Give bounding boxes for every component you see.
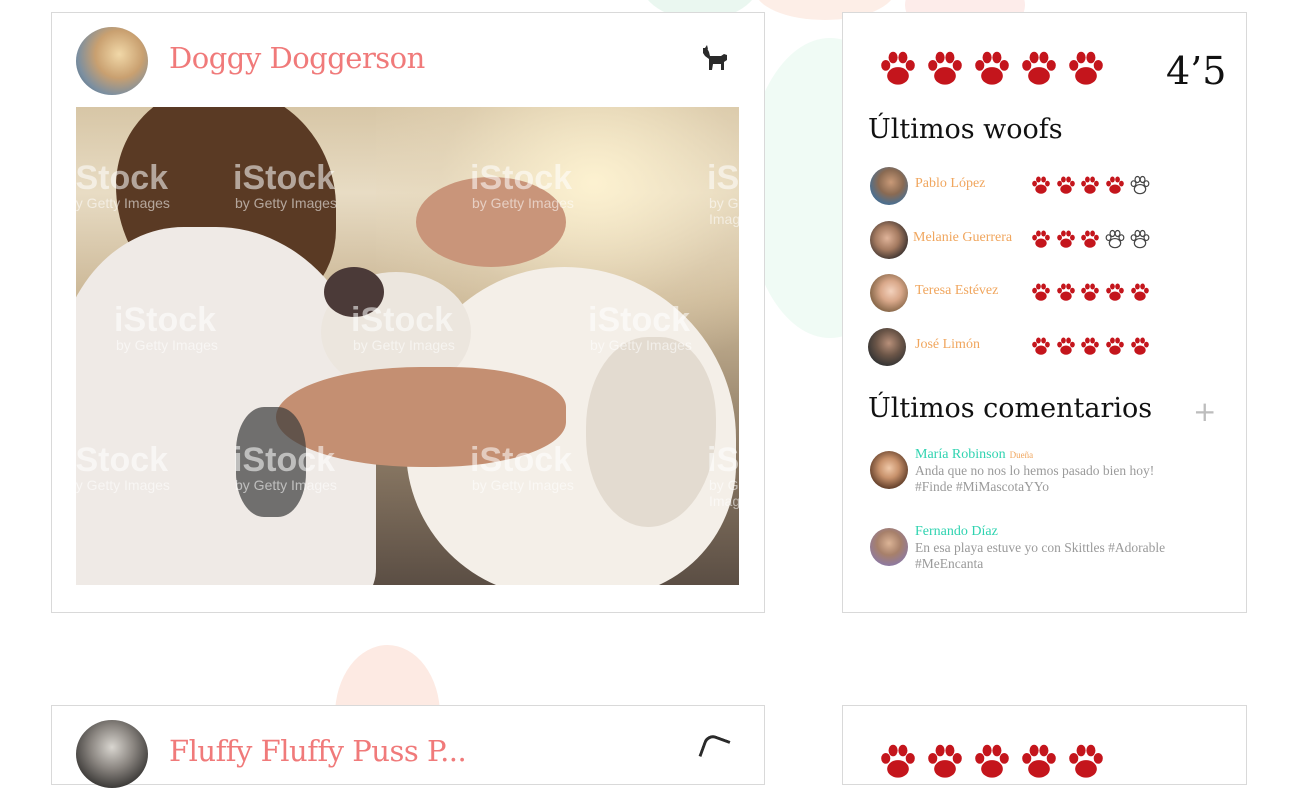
woof-rating-paws xyxy=(1030,281,1153,303)
woof-rating-paws xyxy=(1030,228,1153,250)
comment-hashtags: #MeEncanta xyxy=(915,556,984,571)
pet-name[interactable]: Doggy Doggerson xyxy=(169,41,425,75)
pet-name[interactable]: Fluffy Fluffy Puss P... xyxy=(169,734,467,768)
watermark: iStockby Getty Images xyxy=(114,301,218,353)
pet-info-card xyxy=(842,705,1247,785)
woof-rating-paws xyxy=(1030,174,1153,196)
woof-user-name[interactable]: Melanie Guerrera xyxy=(913,230,1012,246)
avatar[interactable] xyxy=(76,720,148,788)
woof-user-name[interactable]: José Limón xyxy=(915,337,980,353)
avatar[interactable] xyxy=(76,27,148,95)
comment-author[interactable]: María Robinson xyxy=(915,447,1006,462)
comment-hashtags: #Finde #MiMascotaYYo xyxy=(915,479,1050,494)
pet-photo[interactable]: iStock by Getty Images iStock by Getty Ima… xyxy=(76,107,739,585)
woof-rating-paws xyxy=(1030,335,1153,357)
woof-user-name[interactable]: Pablo López xyxy=(915,176,985,192)
cat-icon xyxy=(698,732,731,765)
watermark: iStockby Getty Images xyxy=(76,159,170,211)
watermark: iStockby Getty Images xyxy=(588,301,692,353)
woofs-title: Últimos woofs xyxy=(868,114,1063,145)
avatar[interactable] xyxy=(870,274,908,312)
woof-row[interactable]: Teresa Estévez xyxy=(868,273,1198,313)
avatar[interactable] xyxy=(870,528,908,566)
watermark: iStockby Getty Images xyxy=(233,441,337,493)
watermark: iStockby Getty Images xyxy=(233,159,337,211)
comment-author[interactable]: Fernando Díaz xyxy=(915,524,998,539)
avatar[interactable] xyxy=(870,221,908,259)
post-card: Fluffy Fluffy Puss P... xyxy=(51,705,765,788)
watermark: iStockby Getty Images xyxy=(470,159,574,211)
avatar[interactable] xyxy=(868,328,906,366)
woof-user-name[interactable]: Teresa Estévez xyxy=(915,283,998,299)
woof-row[interactable]: Melanie Guerrera xyxy=(868,220,1198,260)
comments-title: Últimos comentarios xyxy=(868,393,1153,424)
watermark: iStockby Getty Images xyxy=(470,441,574,493)
avatar[interactable] xyxy=(870,167,908,205)
pet-info-card: 4’5 Últimos woofs Pablo López Melanie Gu… xyxy=(842,12,1247,613)
watermark: iStockby Getty Images xyxy=(351,301,455,353)
rating-paws xyxy=(877,740,1112,782)
rating-score: 4’5 xyxy=(1166,49,1227,93)
comment-text: Anda que no nos lo hemos pasado bien hoy… xyxy=(915,463,1155,478)
rating-paws xyxy=(877,47,1112,89)
watermark: iStockby Getty Images xyxy=(76,441,170,493)
plus-icon[interactable]: + xyxy=(1193,395,1216,428)
avatar[interactable] xyxy=(870,451,908,489)
woof-row[interactable]: Pablo López xyxy=(868,166,1198,206)
watermark: iStockby Getty Images xyxy=(707,159,739,227)
post-card: Doggy Doggerson iStock by Getty Images iS… xyxy=(51,12,765,613)
dog-icon xyxy=(700,44,730,79)
comment-text: En esa playa estuve yo con Skittles #Ado… xyxy=(915,540,1166,555)
watermark: iStockby Getty Images xyxy=(707,441,739,509)
woof-row[interactable]: José Limón xyxy=(868,327,1198,367)
owner-badge: Dueña xyxy=(1009,450,1034,460)
